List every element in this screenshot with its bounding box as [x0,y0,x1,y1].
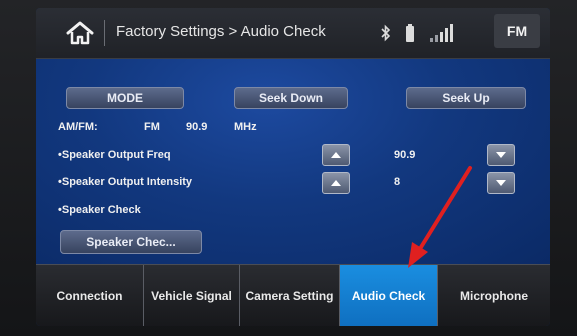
tab-camera-setting[interactable]: Camera Setting [240,265,340,326]
tab-vehicle-signal[interactable]: Vehicle Signal [144,265,240,326]
battery-icon [406,24,414,42]
freq-down-button[interactable] [487,144,515,166]
band-label: AM/FM: [58,121,98,133]
speaker-check-label: •Speaker Check [58,204,141,216]
arrow-up-icon [331,152,341,158]
intensity-up-button[interactable] [322,172,350,194]
frequency-value: 90.9 [186,121,208,133]
speaker-output-intensity-value: 8 [394,176,401,188]
arrow-down-icon [496,180,506,186]
audio-check-panel: MODE Seek Down Seek Up AM/FM: FM 90.9 MH… [36,59,550,264]
band-value: FM [144,121,160,133]
home-button[interactable] [62,18,98,48]
speaker-output-intensity-label: •Speaker Output Intensity [58,176,193,188]
tab-microphone[interactable]: Microphone [438,265,550,326]
header-divider [104,20,105,46]
seek-down-button[interactable]: Seek Down [234,87,348,109]
header-bar: Factory Settings > Audio Check FM [36,8,550,59]
arrow-up-icon [331,180,341,186]
intensity-down-button[interactable] [487,172,515,194]
signal-strength-icon [430,24,453,42]
seek-up-button[interactable]: Seek Up [406,87,526,109]
head-unit-screen: Factory Settings > Audio Check FM MODE S… [36,8,550,326]
breadcrumb: Factory Settings > Audio Check [116,23,326,40]
frequency-unit: MHz [234,121,257,133]
band-indicator[interactable]: FM [494,14,540,48]
speaker-output-freq-value: 90.9 [394,149,416,161]
speaker-check-button[interactable]: Speaker Chec... [60,230,202,254]
tab-connection[interactable]: Connection [36,265,144,326]
status-icons [381,21,455,45]
freq-up-button[interactable] [322,144,350,166]
bluetooth-icon [381,24,391,42]
tab-audio-check[interactable]: Audio Check [340,265,438,326]
mode-button[interactable]: MODE [66,87,184,109]
home-icon [66,21,94,45]
tab-bar: Connection Vehicle Signal Camera Setting… [36,264,550,326]
speaker-output-freq-label: •Speaker Output Freq [58,149,171,161]
arrow-down-icon [496,152,506,158]
